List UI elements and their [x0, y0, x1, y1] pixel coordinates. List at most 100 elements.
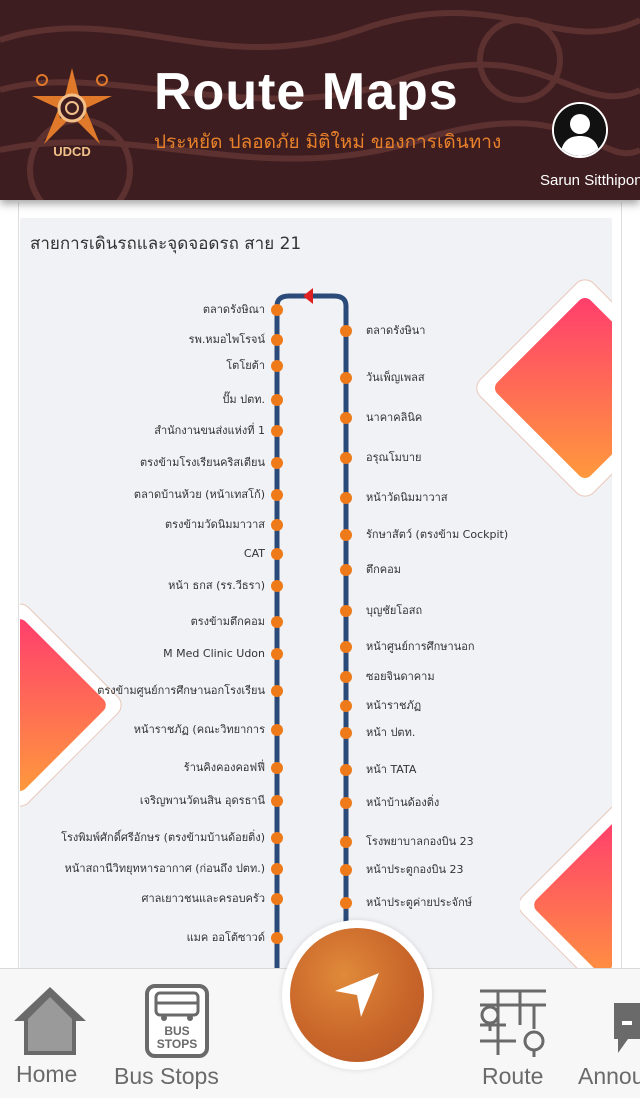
stop-label: โตโยต้า	[226, 359, 265, 372]
avatar[interactable]	[552, 102, 608, 158]
bus-stop-icon: BUS STOPS	[145, 984, 209, 1058]
nav-route-label: Route	[482, 1063, 544, 1089]
stop-label: ร้านคิงคองคอฟฟี่	[183, 761, 265, 774]
stop-marker[interactable]	[340, 372, 352, 384]
stop-marker[interactable]	[340, 764, 352, 776]
stop-marker[interactable]	[271, 685, 283, 697]
stop-label: ตรงข้ามโรงเรียนคริสเตียน	[139, 456, 265, 469]
route-map-icon	[480, 989, 546, 1057]
stop-label: โรงพยาบาลกองบิน 23	[366, 835, 474, 848]
stop-marker[interactable]	[340, 492, 352, 504]
direction-arrow	[303, 288, 313, 304]
stop-label: วันเพ็ญเพลส	[366, 371, 425, 384]
stop-label: สำนักงานขนส่งแห่งที่ 1	[154, 424, 265, 437]
stop-label: หน้า ธกส (รร.วีธรา)	[168, 579, 265, 592]
stop-marker[interactable]	[340, 452, 352, 464]
stop-label: CAT	[243, 547, 265, 560]
stop-marker[interactable]	[340, 864, 352, 876]
stop-label: โรงพิมพ์ศักดิ์ศรีอักษร (ตรงข้ามบ้านด้อยต…	[61, 831, 265, 844]
stop-label: หน้าสถานีวิทยุทหารอากาศ (ก่อนถึง ปตท.)	[64, 862, 265, 875]
stop-marker[interactable]	[271, 580, 283, 592]
nav-route[interactable]: Route	[470, 969, 560, 1098]
stop-marker[interactable]	[271, 548, 283, 560]
stop-label: แมค ออโต้ซาวด์	[186, 931, 265, 944]
stop-marker[interactable]	[340, 836, 352, 848]
nav-bus-stops[interactable]: BUS STOPS Bus Stops	[110, 969, 250, 1098]
stop-label: หน้า TATA	[366, 763, 417, 776]
stop-marker[interactable]	[271, 304, 283, 316]
stop-marker[interactable]	[340, 564, 352, 576]
username[interactable]: Sarun Sitthipong	[540, 172, 640, 189]
stop-marker[interactable]	[271, 360, 283, 372]
stop-marker[interactable]	[340, 671, 352, 683]
stop-marker[interactable]	[271, 832, 283, 844]
stop-marker[interactable]	[340, 325, 352, 337]
stop-label: ปั๊ม ปตท.	[222, 393, 265, 406]
bus-stop-icon-text-2: STOPS	[157, 1037, 197, 1051]
home-icon	[14, 987, 86, 1055]
stop-marker[interactable]	[340, 797, 352, 809]
stop-marker[interactable]	[271, 489, 283, 501]
stop-marker[interactable]	[271, 932, 283, 944]
stop-label: ตรงข้ามวัดนิมมาวาส	[165, 518, 265, 531]
stop-marker[interactable]	[271, 762, 283, 774]
route-line	[271, 288, 352, 968]
route-path	[274, 293, 349, 968]
nav-home[interactable]: Home	[0, 969, 100, 1098]
navigation-arrow-icon	[335, 973, 379, 1017]
stop-label: หน้า ปตท.	[366, 726, 416, 739]
stop-marker[interactable]	[271, 457, 283, 469]
stop-label: ตลาดรังษินา	[366, 324, 426, 337]
stop-marker[interactable]	[271, 616, 283, 628]
stop-label: หน้าบ้านด้องติ่ง	[366, 796, 440, 809]
stop-marker[interactable]	[271, 394, 283, 406]
stop-label: หน้าศูนย์การศึกษานอก	[366, 640, 475, 653]
nav-home-label: Home	[16, 1061, 78, 1087]
stop-marker[interactable]	[271, 724, 283, 736]
stop-marker[interactable]	[271, 795, 283, 807]
stop-label: รพ.หมอไพโรจน์	[188, 333, 265, 346]
announce-icon	[614, 1003, 640, 1053]
stop-label: บุญชัยโอสถ	[366, 604, 423, 617]
udcd-logo: UDCD	[24, 60, 120, 160]
page-title: Route Maps	[154, 63, 459, 121]
stop-label: หน้าประตูค่ายประจักษ์	[366, 896, 473, 909]
stop-marker[interactable]	[340, 641, 352, 653]
nav-announce-label: Announce	[578, 1063, 640, 1089]
stop-marker[interactable]	[271, 425, 283, 437]
stop-marker[interactable]	[340, 605, 352, 617]
stop-label: เจริญพานวัดนสิน อุดรธานี	[139, 794, 265, 807]
stop-label: ตรงข้ามตึกคอม	[190, 615, 265, 628]
route-map: สายการเดินรถและจุดจอดรถ สาย 21 ตลาดรังษิ…	[20, 218, 612, 968]
navigate-button[interactable]	[282, 920, 432, 1070]
stop-marker[interactable]	[340, 529, 352, 541]
nav-announce[interactable]: Announce	[570, 969, 640, 1098]
app-header: UDCD Route Maps ประหยัด ปลอดภัย มิติใหม่…	[0, 0, 640, 200]
stop-label: ซอยจินดาคาม	[366, 670, 435, 683]
stop-label: รักษาสัตว์ (ตรงข้าม Cockpit)	[366, 528, 509, 541]
stop-marker[interactable]	[271, 334, 283, 346]
stop-label: ตลาดบ้านห้วย (หน้าเทสโก้)	[133, 488, 265, 501]
bus-stop-icon-text-1: BUS	[164, 1024, 189, 1038]
stop-label: นาคาคลินิค	[366, 411, 423, 424]
stop-marker[interactable]	[271, 863, 283, 875]
stop-label: ตึกคอม	[366, 563, 402, 576]
stop-label: อรุณโมบาย	[366, 451, 422, 464]
stop-label: ตรงข้ามศูนย์การศึกษานอกโรงเรียน	[97, 684, 265, 697]
stop-marker[interactable]	[340, 727, 352, 739]
stop-label: M Med Clinic Udon	[163, 647, 265, 660]
logo-text: UDCD	[53, 144, 91, 159]
stop-label: ตลาดรังษิณา	[202, 303, 265, 316]
stop-label: ศาลเยาวชนและครอบครัว	[141, 892, 265, 905]
stop-marker[interactable]	[271, 519, 283, 531]
nav-bus-stops-label: Bus Stops	[114, 1063, 219, 1089]
app-subtitle: ประหยัด ปลอดภัย มิติใหม่ ของการเดินทาง	[154, 131, 502, 153]
stop-marker[interactable]	[271, 648, 283, 660]
stop-label: หน้าวัดนิมมาวาส	[366, 491, 448, 504]
stop-marker[interactable]	[340, 700, 352, 712]
stop-marker[interactable]	[340, 412, 352, 424]
stop-label: หน้าประตูกองบิน 23	[366, 863, 464, 876]
stop-marker[interactable]	[271, 893, 283, 905]
user-icon	[554, 104, 606, 156]
stop-marker[interactable]	[340, 897, 352, 909]
